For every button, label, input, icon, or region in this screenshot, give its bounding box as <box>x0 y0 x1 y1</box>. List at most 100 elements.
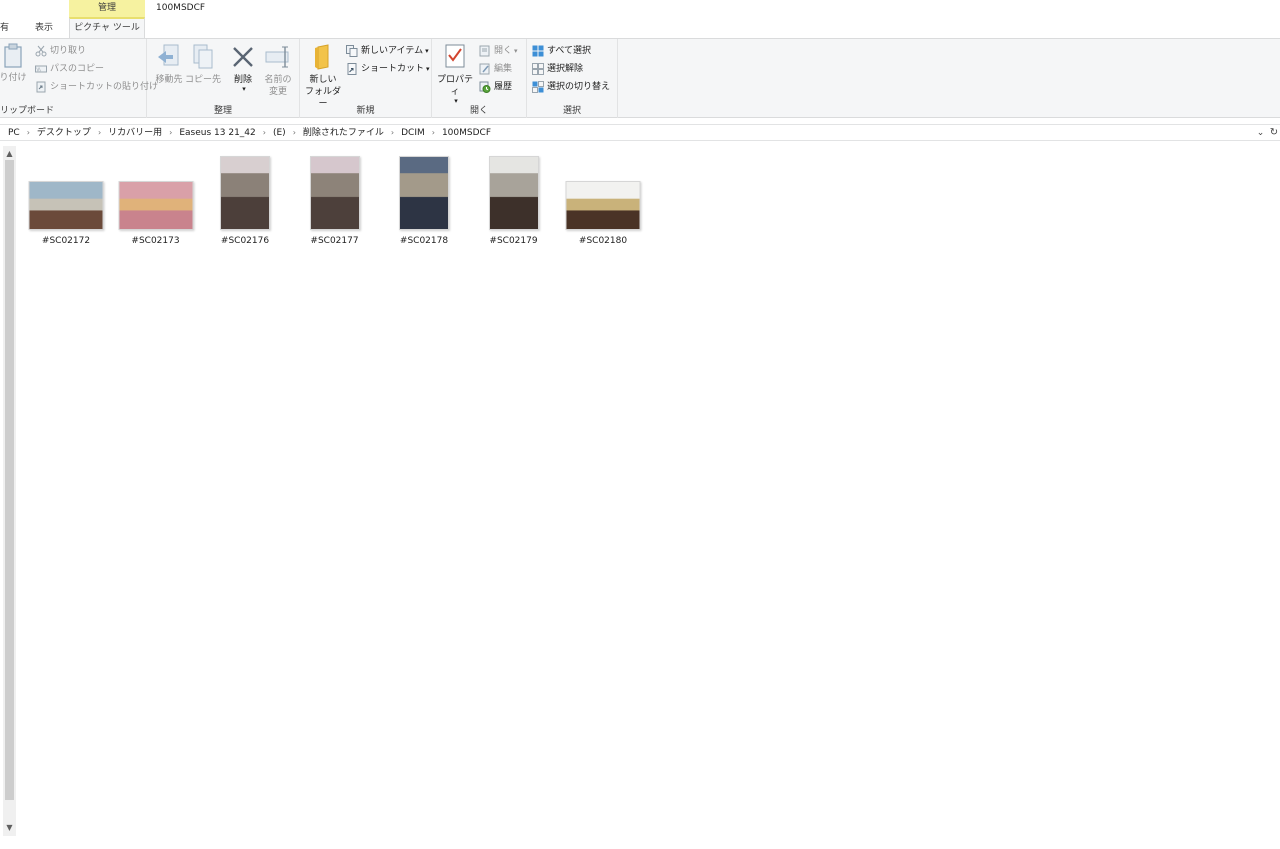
edit-pencil-icon <box>479 63 491 75</box>
group-select: すべて選択 選択解除 選択の切り替え 選択 <box>527 39 618 118</box>
open-icon <box>479 45 491 57</box>
tab-view[interactable]: 表示 <box>35 17 53 39</box>
image-thumbnail[interactable] <box>309 156 360 230</box>
scroll-down-icon[interactable]: ▼ <box>3 822 16 834</box>
group-open: プロパティ ▾ 開く ▾ 編集 履歴 開く <box>432 39 527 118</box>
breadcrumb-separator-icon[interactable]: › <box>256 125 273 141</box>
image-thumbnail[interactable] <box>220 156 270 230</box>
move-to-button[interactable]: 移動先 <box>151 43 187 86</box>
cut-button[interactable]: 切り取り <box>35 42 86 60</box>
scroll-up-icon[interactable]: ▲ <box>3 148 16 160</box>
group-clipboard: り付け 切り取り \\\ パスのコピー ショートカットの貼り付け リップボード <box>0 39 158 118</box>
file-name: #SC02176 <box>220 236 270 246</box>
image-thumbnail[interactable] <box>28 181 104 230</box>
breadcrumb-separator-icon[interactable]: › <box>91 125 108 141</box>
copy-to-button[interactable]: コピー先 <box>185 43 221 86</box>
file-name: #SC02178 <box>399 236 449 246</box>
breadcrumb-item[interactable]: DCIM <box>401 125 425 141</box>
file-item[interactable]: #SC02176 <box>200 152 290 248</box>
cut-label: 切り取り <box>50 46 87 56</box>
delete-dropdown-icon[interactable]: ▾ <box>229 86 259 93</box>
scrollbar-thumb[interactable] <box>5 160 14 800</box>
image-thumbnail[interactable] <box>118 181 193 230</box>
copy-path-label: パスのコピー <box>50 64 105 74</box>
paste-button[interactable]: り付け <box>0 43 30 84</box>
file-item[interactable]: #SC02172 <box>21 152 111 248</box>
breadcrumb-item[interactable]: 100MSDCF <box>442 125 491 141</box>
breadcrumb-separator-icon[interactable]: › <box>162 125 179 141</box>
breadcrumb-item[interactable]: PC <box>8 125 20 141</box>
clipboard-icon <box>2 43 24 69</box>
properties-label: プロパティ <box>436 75 473 97</box>
refresh-icon[interactable]: ↻ <box>1268 125 1280 141</box>
breadcrumb-separator-icon[interactable]: › <box>20 125 37 141</box>
group-label-organize: 整理 <box>213 106 232 116</box>
ribbon-tab-row: 有 表示 管理 ピクチャ ツール 100MSDCF <box>0 0 1280 39</box>
shortcut-button[interactable]: ショートカット ▾ <box>346 60 430 78</box>
file-name: #SC02179 <box>489 236 538 246</box>
tab-picture-tools[interactable]: ピクチャ ツール <box>69 17 145 39</box>
new-folder-label-1: 新しい <box>309 75 337 85</box>
history-label: 履歴 <box>494 82 513 92</box>
delete-x-icon <box>231 43 255 71</box>
address-dropdown-icon[interactable]: ⌄ <box>1255 125 1266 141</box>
new-folder-icon <box>312 43 334 71</box>
history-button[interactable]: 履歴 <box>479 78 512 96</box>
delete-button[interactable]: 削除 ▾ <box>227 43 259 93</box>
group-new: 新しい フォルダー 新しいアイテム ▾ ショートカット ▾ 新規 <box>300 39 432 118</box>
new-item-icon <box>346 45 358 57</box>
breadcrumb-separator-icon[interactable]: › <box>286 125 303 141</box>
open-dropdown-icon: ▾ <box>514 47 518 55</box>
file-item[interactable]: #SC02180 <box>558 152 648 248</box>
breadcrumb-item[interactable]: リカバリー用 <box>108 125 162 141</box>
new-folder-button[interactable]: 新しい フォルダー <box>302 43 344 110</box>
properties-button[interactable]: プロパティ ▾ <box>434 43 476 105</box>
invert-selection-button[interactable]: 選択の切り替え <box>532 78 610 96</box>
file-name: #SC02173 <box>131 236 180 246</box>
file-item[interactable]: #SC02179 <box>469 152 559 248</box>
navigation-pane-scrollbar[interactable]: ▲ ▼ <box>3 146 16 836</box>
path-icon: \\\ <box>35 63 47 75</box>
group-organize: 移動先 コピー先 削除 ▾ 名前の 変更 整理 <box>147 39 300 118</box>
rename-icon <box>264 43 292 71</box>
file-item[interactable]: #SC02178 <box>379 152 469 248</box>
group-label-new: 新規 <box>356 106 375 116</box>
invert-selection-label: 選択の切り替え <box>547 82 611 92</box>
paste-shortcut-button[interactable]: ショートカットの貼り付け <box>35 78 158 96</box>
new-item-button[interactable]: 新しいアイテム ▾ <box>346 42 429 60</box>
window-title: 100MSDCF <box>156 3 206 13</box>
breadcrumb-item[interactable]: Easeus 13 21_42 <box>179 125 255 141</box>
select-none-button[interactable]: 選択解除 <box>532 60 583 78</box>
file-name: #SC02177 <box>310 236 359 246</box>
breadcrumb-separator-icon[interactable]: › <box>384 125 401 141</box>
address-bar[interactable]: PC › デスクトップ › リカバリー用 › Easeus 13 21_42 › (E) › 削除さ… <box>0 124 1280 141</box>
file-list-area[interactable]: #SC02172 #SC02173 #SC02176 #SC02177 #SC02178… <box>18 142 1280 849</box>
copy-to-icon <box>190 43 216 71</box>
image-thumbnail[interactable] <box>488 156 539 230</box>
edit-button[interactable]: 編集 <box>479 60 512 78</box>
shortcut-dropdown-icon: ▾ <box>426 65 430 73</box>
shortcut-label: ショートカット <box>361 64 425 74</box>
breadcrumb-item[interactable]: 削除されたファイル <box>303 125 384 141</box>
rename-label-2: 変更 <box>268 87 287 97</box>
paste-shortcut-icon <box>35 81 47 93</box>
history-icon <box>479 81 491 93</box>
group-label-clipboard: リップボード <box>0 106 55 116</box>
file-item[interactable]: #SC02177 <box>290 152 380 248</box>
tab-share[interactable]: 有 <box>0 17 9 39</box>
breadcrumb-item[interactable]: (E) <box>273 125 286 141</box>
breadcrumb-item[interactable]: デスクトップ <box>37 125 91 141</box>
rename-button[interactable]: 名前の 変更 <box>259 43 297 98</box>
select-all-button[interactable]: すべて選択 <box>532 42 591 60</box>
image-thumbnail[interactable] <box>565 181 641 230</box>
image-thumbnail[interactable] <box>399 156 449 230</box>
file-item[interactable]: #SC02173 <box>111 152 201 248</box>
file-name: #SC02172 <box>41 236 91 246</box>
open-button[interactable]: 開く ▾ <box>479 42 518 60</box>
breadcrumb-separator-icon[interactable]: › <box>425 125 442 141</box>
copy-to-label: コピー先 <box>185 75 222 85</box>
invert-selection-icon <box>532 81 544 93</box>
new-item-label: 新しいアイテム <box>361 46 424 56</box>
select-all-icon <box>532 45 544 57</box>
copy-path-button[interactable]: \\\ パスのコピー <box>35 60 104 78</box>
